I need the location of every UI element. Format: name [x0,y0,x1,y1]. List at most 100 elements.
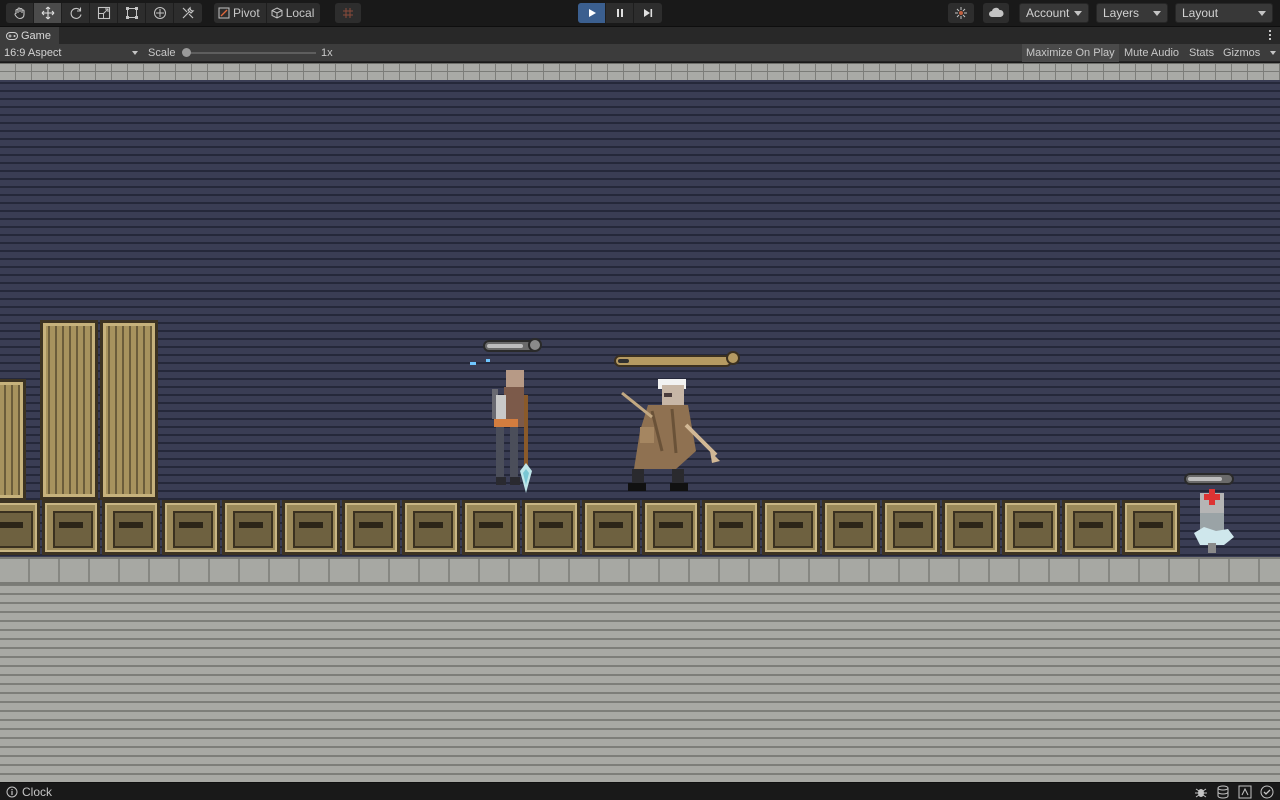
crate [942,500,1000,555]
network-icon[interactable] [1238,785,1252,799]
custom-tool-button[interactable] [174,3,202,23]
bug-icon[interactable] [1194,785,1208,799]
player-health-fill [487,344,523,348]
collab-button[interactable] [948,3,974,23]
status-bar: Clock [0,782,1280,800]
local-button[interactable]: Local [267,3,321,23]
move-tool-button[interactable] [34,3,62,23]
pivot-icon [218,7,230,19]
crate [0,500,40,555]
scale-slider-thumb[interactable] [182,48,191,57]
enemy-health-knob [726,351,740,365]
move-icon [41,6,54,20]
gizmos-dropdown[interactable]: Gizmos [1219,44,1280,62]
aspect-label: 16:9 Aspect [4,47,62,59]
hand-icon [13,7,25,20]
info-icon [6,786,18,798]
step-button[interactable] [634,3,662,23]
player-character [470,359,532,493]
player-health-knob [528,338,542,352]
pivot-mode-group: Pivot Local [214,3,321,23]
transform-tool-button[interactable] [146,3,174,23]
crate [1062,500,1120,555]
crate [42,500,100,555]
maximize-on-play-label: Maximize On Play [1026,47,1115,59]
grid-snap-button[interactable] [335,3,361,23]
mute-audio-toggle[interactable]: Mute Audio [1120,44,1183,62]
game-view-controls: 16:9 Aspect Scale 1x Maximize On Play Mu… [0,44,1280,62]
transform-icon [153,7,166,19]
layout-dropdown[interactable]: Layout [1175,3,1273,23]
mute-audio-label: Mute Audio [1124,47,1180,59]
crate [162,500,220,555]
pivot-label: Pivot [233,6,260,20]
crate [402,500,460,555]
crate [642,500,700,555]
status-text: Clock [22,785,53,799]
enemy-character [621,379,720,491]
chevron-down-icon [1074,11,1082,16]
rotate-icon [70,7,82,19]
stats-toggle[interactable]: Stats [1185,44,1218,62]
crate [762,500,820,555]
check-circle-icon[interactable] [1260,785,1274,799]
pickup-health-fill [1188,477,1222,481]
pause-icon [616,9,623,17]
tab-label: Game [21,29,51,42]
local-cube-icon [271,7,283,19]
play-button[interactable] [578,3,606,23]
gamepad-icon [6,31,18,40]
crate [102,500,160,555]
sparkle-icon [955,7,967,19]
rect-tool-button[interactable] [118,3,146,23]
maximize-on-play-toggle[interactable]: Maximize On Play [1022,44,1119,62]
layout-label: Layout [1182,6,1219,20]
rotate-tool-button[interactable] [62,3,90,23]
account-dropdown[interactable]: Account [1019,3,1089,23]
crate [282,500,340,555]
game-viewport[interactable] [0,63,1280,782]
window-tab-bar: Game [0,27,1280,44]
status-message[interactable]: Clock [6,783,52,800]
chevron-down-icon [1258,11,1266,16]
pivot-button[interactable]: Pivot [214,3,267,23]
gizmos-label: Gizmos [1223,47,1261,59]
grid-icon [343,8,353,18]
local-label: Local [285,6,315,20]
stone-floor [0,557,1280,782]
crate [522,500,580,555]
crate [1122,500,1180,555]
account-label: Account [1026,6,1070,20]
status-icons [1194,785,1274,799]
database-icon[interactable] [1216,785,1230,799]
hand-tool-button[interactable] [6,3,34,23]
scale-icon [97,6,110,20]
main-toolbar: Pivot Local Account Layers Layout [0,0,1280,27]
kebab-menu-icon[interactable] [1268,29,1272,41]
enemy-health-bar [614,355,732,367]
cloud-icon [989,7,1004,17]
layers-label: Layers [1103,6,1140,20]
crate [342,500,400,555]
layers-dropdown[interactable]: Layers [1096,3,1168,23]
step-icon [644,9,653,17]
tall-crate [0,379,26,501]
tall-crate [40,320,98,500]
scale-slider-track[interactable] [186,52,316,54]
tab-game[interactable]: Game [0,27,59,44]
scale-tool-button[interactable] [90,3,118,23]
health-pickup [1194,489,1234,553]
cloud-button[interactable] [983,3,1009,23]
crate [882,500,940,555]
floor-ledge [0,557,1280,585]
scale-value: 1x [321,47,333,59]
crate [582,500,640,555]
crate [702,500,760,555]
aspect-dropdown[interactable]: 16:9 Aspect [0,44,142,62]
scale-label: Scale [148,47,176,59]
tall-crate [100,320,158,500]
crate [222,500,280,555]
crate [1002,500,1060,555]
chevron-down-icon [132,51,138,55]
pause-button[interactable] [606,3,634,23]
